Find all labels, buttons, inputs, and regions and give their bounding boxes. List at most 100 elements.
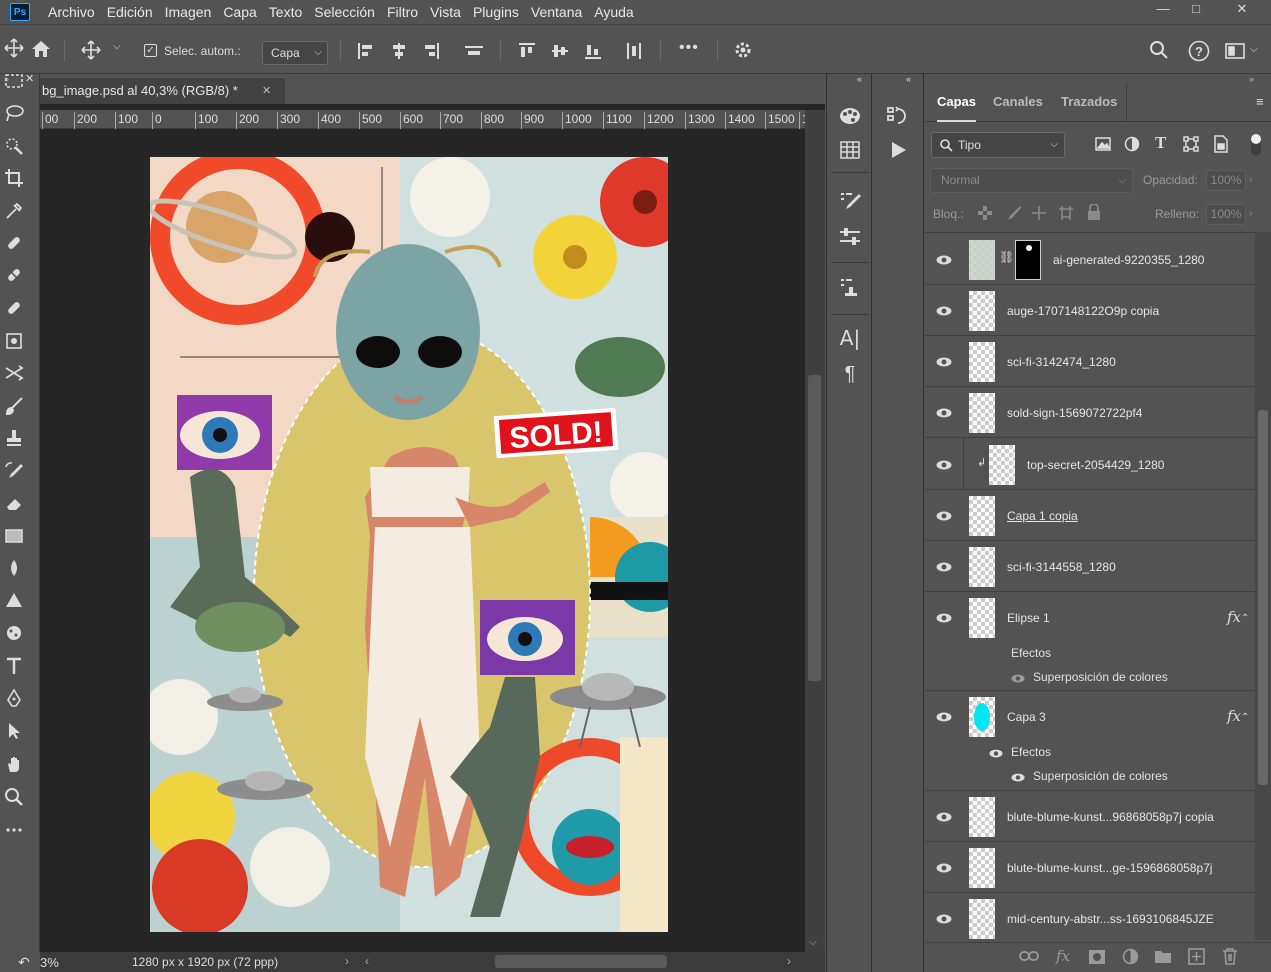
lock-position-icon[interactable] bbox=[1031, 205, 1047, 224]
visibility-eye-icon[interactable] bbox=[936, 562, 952, 572]
layer-name[interactable]: mid-century-abstr...ss-1693106845JZE bbox=[1007, 912, 1214, 926]
menu-archivo[interactable]: Archivo bbox=[42, 0, 101, 24]
filter-type-icon[interactable]: T bbox=[1155, 133, 1166, 153]
character-icon[interactable]: A| bbox=[837, 326, 863, 350]
marquee-tool-icon[interactable] bbox=[0, 67, 28, 95]
filter-type-dropdown[interactable]: Tipo ⌵ bbox=[931, 132, 1065, 158]
menu-edicion[interactable]: Edición bbox=[101, 0, 159, 24]
eyedropper-tool-icon[interactable] bbox=[0, 197, 28, 225]
red-eye-swap-icon[interactable] bbox=[0, 359, 28, 387]
status-menu-arrow-icon[interactable]: › bbox=[345, 954, 349, 968]
horizontal-ruler[interactable]: 00 200 100 0 100 200 300 400 500 600 700 800 900 1000… bbox=[40, 110, 809, 129]
effects-visibility-eye-icon[interactable] bbox=[989, 749, 1003, 758]
undo-icon[interactable]: ↶ bbox=[18, 954, 30, 971]
filter-pixel-icon[interactable] bbox=[1095, 137, 1111, 154]
fill-input[interactable]: 100% bbox=[1206, 204, 1246, 225]
layer-row[interactable]: Capa 3 fx Efectos Superposición de color… bbox=[925, 691, 1255, 791]
layer-row[interactable]: blute-blume-kunst...ge-1596868058p7j bbox=[925, 842, 1255, 893]
patch-tool-icon[interactable] bbox=[0, 294, 28, 322]
menu-ayuda[interactable]: Ayuda bbox=[588, 0, 639, 24]
opacity-chevron-icon[interactable]: › bbox=[1249, 174, 1252, 185]
layers-scroll-thumb[interactable] bbox=[1258, 410, 1268, 785]
align-top-icon[interactable] bbox=[518, 42, 536, 63]
filter-adjustment-icon[interactable] bbox=[1124, 136, 1140, 155]
maximize-button[interactable]: □ bbox=[1176, 0, 1216, 20]
eraser-tool-icon[interactable] bbox=[0, 489, 28, 517]
brush-tool-icon[interactable] bbox=[0, 392, 28, 420]
move-tool-icon[interactable] bbox=[0, 34, 28, 62]
layer-name[interactable]: sci-fi-3142474_1280 bbox=[1007, 355, 1116, 369]
chevron-down-icon[interactable]: ⌵ bbox=[113, 41, 121, 52]
layer-name[interactable]: sold-sign-1569072722pf4 bbox=[1007, 406, 1142, 420]
help-icon[interactable]: ? bbox=[1188, 40, 1210, 65]
layer-row[interactable]: ↲ top-secret-2054429_1280 bbox=[925, 438, 1255, 490]
gradient-tool-icon[interactable] bbox=[0, 522, 28, 550]
path-selection-tool-icon[interactable] bbox=[0, 717, 28, 745]
opacity-input[interactable]: 100% bbox=[1206, 170, 1246, 191]
sponge-tool-icon[interactable] bbox=[0, 619, 28, 647]
edit-toolbar-icon[interactable] bbox=[0, 816, 28, 844]
visibility-eye-icon[interactable] bbox=[936, 914, 952, 924]
visibility-eye-icon[interactable] bbox=[936, 357, 952, 367]
menu-texto[interactable]: Texto bbox=[263, 0, 308, 24]
menu-ventana[interactable]: Ventana bbox=[525, 0, 588, 24]
visibility-eye-icon[interactable] bbox=[936, 255, 952, 265]
lasso-tool-icon[interactable] bbox=[0, 99, 28, 127]
more-options-icon[interactable]: ••• bbox=[679, 39, 699, 57]
gear-icon[interactable] bbox=[733, 40, 753, 63]
align-bottom-icon[interactable] bbox=[584, 42, 602, 63]
lock-all-icon[interactable] bbox=[1087, 203, 1101, 224]
spot-healing-tool-icon[interactable] bbox=[0, 229, 28, 257]
scroll-left-icon[interactable]: ‹ bbox=[365, 954, 369, 968]
add-style-fx-icon[interactable]: fx bbox=[1056, 947, 1070, 965]
play-actions-icon[interactable] bbox=[886, 138, 910, 162]
pen-tool-icon[interactable] bbox=[0, 684, 28, 712]
link-layers-icon[interactable] bbox=[1019, 950, 1039, 965]
layer-mask-thumbnail[interactable] bbox=[1015, 240, 1041, 280]
menu-seleccion[interactable]: Selección bbox=[308, 0, 381, 24]
blend-mode-dropdown[interactable]: Normal ⌵ bbox=[930, 168, 1133, 193]
horizontal-scroll-thumb[interactable] bbox=[495, 955, 667, 968]
lock-pixels-icon[interactable] bbox=[1005, 205, 1021, 224]
history-icon[interactable] bbox=[884, 104, 910, 128]
layer-name[interactable]: Capa 1 copia bbox=[1007, 509, 1078, 523]
home-icon[interactable] bbox=[30, 39, 52, 62]
tab-trazados[interactable]: Trazados bbox=[1061, 84, 1117, 122]
document-canvas[interactable]: SOLD! bbox=[150, 157, 668, 932]
distribute-icon[interactable] bbox=[464, 42, 484, 63]
new-adjustment-icon[interactable] bbox=[1122, 948, 1139, 968]
layer-name[interactable]: Elipse 1 bbox=[1007, 611, 1050, 625]
link-chain-icon[interactable]: ⛓ bbox=[999, 250, 1014, 264]
effects-label[interactable]: Efectos bbox=[1011, 745, 1051, 759]
effect-name[interactable]: Superposición de colores bbox=[1033, 769, 1168, 783]
collapse-effects-2-icon[interactable]: ⌃ bbox=[1241, 712, 1249, 723]
effect-visibility-eye-icon[interactable] bbox=[1011, 773, 1025, 782]
vertical-scroll-thumb[interactable] bbox=[808, 375, 821, 681]
visibility-eye-icon[interactable] bbox=[936, 511, 952, 521]
align-hcenter-icon[interactable] bbox=[390, 42, 408, 63]
hand-tool-icon[interactable] bbox=[0, 750, 28, 778]
align-right-icon[interactable] bbox=[422, 42, 440, 63]
visibility-eye-icon[interactable] bbox=[936, 863, 952, 873]
visibility-eye-icon[interactable] bbox=[936, 613, 952, 623]
menu-capa[interactable]: Capa bbox=[217, 0, 262, 24]
close-document-icon[interactable]: ✕ bbox=[262, 78, 271, 104]
layer-name[interactable]: ai-generated-9220355_1280 bbox=[1053, 253, 1204, 267]
lock-transparency-icon[interactable] bbox=[978, 206, 992, 223]
type-tool-icon[interactable] bbox=[0, 652, 28, 680]
distribute-vertical-icon[interactable] bbox=[625, 42, 643, 63]
document-tab[interactable]: bg_image.psd al 40,3% (RGB/8) * ✕ bbox=[40, 77, 285, 104]
delete-layer-trash-icon[interactable] bbox=[1222, 948, 1238, 968]
zoom-tool-icon[interactable] bbox=[0, 783, 28, 811]
workspace-chevron-icon[interactable]: ⌵ bbox=[1250, 44, 1258, 55]
brush-settings-icon[interactable] bbox=[837, 188, 863, 214]
effect-name[interactable]: Superposición de colores bbox=[1033, 670, 1168, 684]
adjustments-sliders-icon[interactable] bbox=[837, 224, 863, 250]
layer-fx-icon[interactable]: fx bbox=[1227, 608, 1241, 626]
color-palette-icon[interactable] bbox=[837, 104, 863, 128]
fill-chevron-icon[interactable]: › bbox=[1249, 208, 1252, 219]
crop-tool-icon[interactable] bbox=[0, 164, 28, 192]
collapse-panel-icon[interactable]: » bbox=[1249, 74, 1254, 84]
zoom-level[interactable]: 3% bbox=[40, 955, 59, 970]
new-group-folder-icon[interactable] bbox=[1154, 949, 1172, 967]
